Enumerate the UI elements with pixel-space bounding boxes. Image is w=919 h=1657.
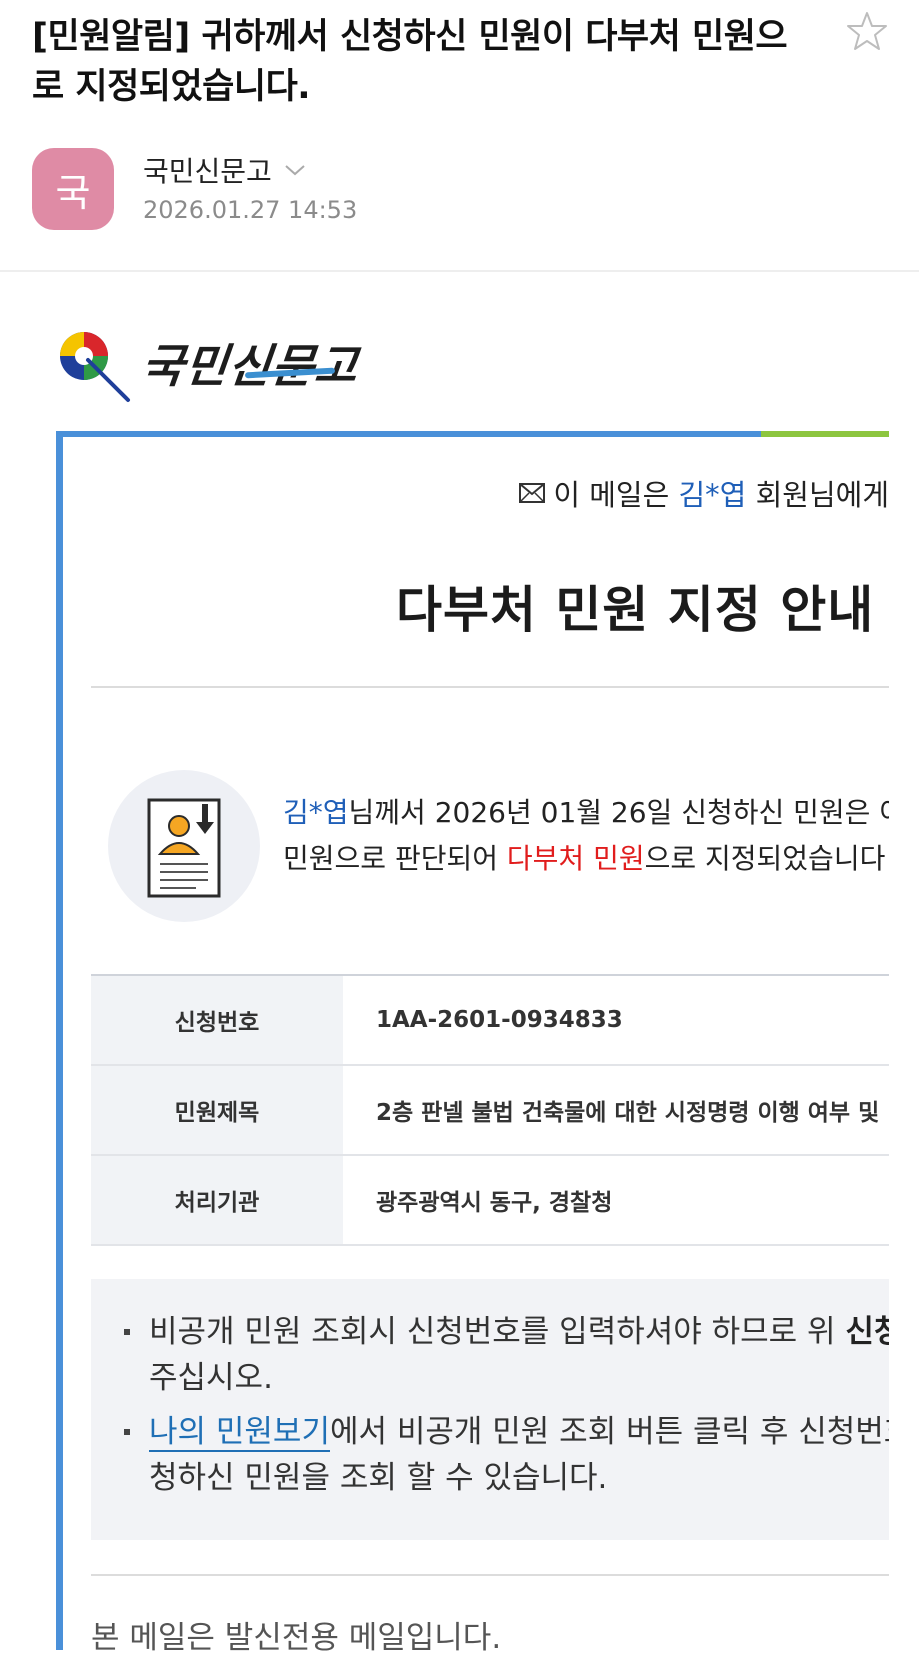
guide-item: 나의 민원보기에서 비공개 민원 조회 버튼 클릭 후 신청번호 청하신 민원을… bbox=[91, 1409, 889, 1501]
card-top-border bbox=[56, 431, 761, 437]
intro-text: 김*엽님께서 2026년 01월 26일 신청하신 민원은 여 민원으로 판단되… bbox=[283, 790, 889, 882]
table-row: 민원제목 2층 판넬 불법 건축물에 대한 시정명령 이행 여부 및 bbox=[91, 1066, 889, 1156]
logo-emblem-icon bbox=[60, 332, 130, 402]
guide-item1-line2: 주십시오. bbox=[149, 1360, 273, 1396]
guide-item1-text: 비공개 민원 조회시 신청번호를 입력하셔야 하므로 위 bbox=[149, 1314, 846, 1350]
card-left-border bbox=[56, 431, 63, 1650]
intro-highlight: 다부처 민원 bbox=[506, 842, 645, 875]
guide-item1-bold: 신청 bbox=[845, 1314, 889, 1350]
document-icon bbox=[108, 770, 260, 922]
mail-icon bbox=[519, 483, 546, 503]
avatar: 국 bbox=[32, 148, 114, 230]
sent-date: 2026.01.27 14:53 bbox=[143, 196, 358, 224]
footer-divider bbox=[91, 1574, 889, 1576]
guide-item: 비공개 민원 조회시 신청번호를 입력하셔야 하므로 위 신청 주십시오. bbox=[91, 1309, 889, 1401]
title-divider bbox=[91, 686, 889, 688]
info-table: 신청번호 1AA-2601-0934833 민원제목 2층 판넬 불법 건축물에… bbox=[91, 974, 889, 1246]
row-label: 신청번호 bbox=[91, 976, 343, 1064]
notice-suffix: 회원님에게 bbox=[746, 478, 889, 512]
table-row: 처리기관 광주광역시 동구, 경찰청 bbox=[91, 1156, 889, 1246]
brand-logo: 국민신문고 bbox=[54, 322, 361, 404]
star-icon[interactable] bbox=[846, 10, 888, 52]
header-divider bbox=[0, 270, 919, 272]
page-title: 다부처 민원 지정 안내 bbox=[396, 581, 875, 639]
notice-user: 김*엽 bbox=[678, 478, 747, 512]
document-person-icon bbox=[147, 798, 221, 898]
intro-line2-post: 으로 지정되었습니다 bbox=[644, 842, 886, 875]
sender-dropdown[interactable]: 국민신문고 bbox=[143, 150, 306, 190]
row-label: 민원제목 bbox=[91, 1066, 343, 1154]
intro-line2-pre: 민원으로 판단되어 bbox=[283, 842, 507, 875]
row-value: 2층 판넬 불법 건축물에 대한 시정명령 이행 여부 및 bbox=[376, 1100, 880, 1126]
guide-box: 비공개 민원 조회시 신청번호를 입력하셔야 하므로 위 신청 주십시오. 나의… bbox=[91, 1279, 889, 1540]
row-value: 광주광역시 동구, 경찰청 bbox=[376, 1190, 613, 1216]
table-row: 신청번호 1AA-2601-0934833 bbox=[91, 976, 889, 1066]
row-value: 1AA-2601-0934833 bbox=[376, 1007, 623, 1033]
row-label: 처리기관 bbox=[91, 1156, 343, 1244]
recipient-notice: 이 메일은 김*엽 회원님에게 bbox=[519, 472, 889, 514]
card-top-accent bbox=[761, 431, 889, 437]
intro-line1: 님께서 2026년 01월 26일 신청하신 민원은 여 bbox=[348, 796, 889, 829]
sender-name: 국민신문고 bbox=[143, 155, 272, 188]
guide-item2-text: 에서 비공개 민원 조회 버튼 클릭 후 신청번호 bbox=[329, 1414, 889, 1450]
notice-prefix: 이 메일은 bbox=[553, 478, 679, 512]
guide-item2-line2: 청하신 민원을 조회 할 수 있습니다. bbox=[149, 1460, 608, 1496]
intro-user: 김*엽 bbox=[283, 796, 349, 829]
chevron-down-icon bbox=[285, 165, 305, 176]
footer-text: 본 메일은 발신전용 메일입니다. bbox=[91, 1620, 502, 1656]
email-subject: [민원알림] 귀하께서 신청하신 민원이 다부처 민원으로 지정되었습니다. bbox=[32, 17, 788, 107]
logo-text: 국민신문고 bbox=[138, 339, 362, 393]
my-complaints-link[interactable]: 나의 민원보기 bbox=[149, 1414, 330, 1452]
